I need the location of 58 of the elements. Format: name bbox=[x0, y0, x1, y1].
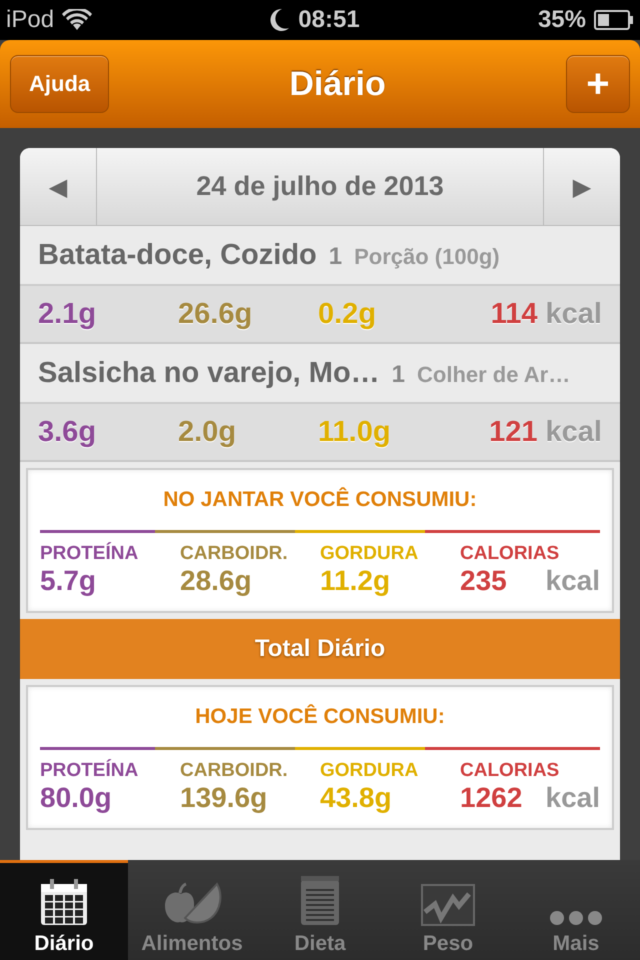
kcal-unit: kcal bbox=[546, 298, 602, 330]
kcal-unit: kcal bbox=[546, 565, 600, 597]
calories-value: 121 bbox=[489, 416, 538, 448]
portion-quantity: 1 bbox=[392, 360, 406, 388]
nutrient-value: 43.8g bbox=[320, 782, 392, 814]
kcal-unit: kcal bbox=[546, 782, 600, 814]
fat-value: 0.2g bbox=[318, 298, 378, 330]
chart-icon bbox=[421, 884, 475, 926]
protein-value: 3.6g bbox=[38, 416, 98, 448]
date-label: 24 de julho de 2013 bbox=[195, 171, 445, 202]
nutrient-label: CARBOIDR. bbox=[180, 543, 289, 565]
nutrient-value: 11.2g bbox=[320, 565, 390, 597]
moon-icon bbox=[270, 8, 290, 32]
portion-label: Porção (100g) bbox=[354, 244, 500, 270]
nutrient-value: 80.0g bbox=[40, 782, 112, 814]
nutrient-label: CALORIAS bbox=[460, 543, 560, 565]
calories-value: 114 bbox=[490, 298, 538, 330]
section-title: Total Diário bbox=[254, 635, 386, 663]
nutrient-value: 1262 bbox=[460, 782, 522, 814]
nutrient-label: PROTEÍNA bbox=[40, 543, 140, 565]
help-button[interactable]: Ajuda bbox=[10, 55, 110, 113]
carbs-value: 26.6g bbox=[178, 298, 254, 330]
add-button[interactable]: + bbox=[566, 55, 630, 113]
nutrient-label: PROTEÍNA bbox=[40, 760, 140, 782]
fat-value: 11.0g bbox=[318, 416, 392, 448]
battery-percent: 35% bbox=[538, 6, 586, 34]
clock-time: 08:51 bbox=[298, 6, 360, 34]
notepad-icon bbox=[300, 876, 340, 926]
portion-quantity: 1 bbox=[328, 242, 342, 270]
tab-item[interactable]: Diário bbox=[0, 860, 128, 960]
tab-item[interactable]: Mais bbox=[512, 860, 640, 960]
screen-title: Diário bbox=[289, 64, 386, 104]
carbs-value: 2.0g bbox=[178, 416, 238, 448]
nutrient-label: CALORIAS bbox=[460, 760, 560, 782]
next-day-button[interactable]: ▶ bbox=[543, 148, 620, 225]
carrier-label: iPod bbox=[6, 6, 54, 34]
summary-title: NO JANTAR VOCÊ CONSUMIU: bbox=[162, 488, 478, 512]
food-name: Batata-doce, Cozido bbox=[38, 238, 317, 272]
wifi-icon bbox=[62, 9, 92, 31]
protein-value: 2.1g bbox=[38, 298, 98, 330]
nutrient-value: 5.7g bbox=[40, 565, 96, 597]
nutrient-value: 235 bbox=[460, 565, 507, 597]
nutrient-value: 28.6g bbox=[180, 565, 252, 597]
food-name: Salsicha no varejo, Mo… bbox=[38, 356, 380, 390]
nutrient-label: GORDURA bbox=[320, 543, 420, 565]
more-icon bbox=[549, 910, 603, 926]
tab-item[interactable]: Dieta bbox=[256, 860, 384, 960]
nutrient-value: 139.6g bbox=[180, 782, 268, 814]
calendar-icon bbox=[40, 878, 88, 926]
tab-item[interactable]: Peso bbox=[384, 860, 512, 960]
tab-item[interactable]: Alimentos bbox=[128, 860, 256, 960]
previous-day-button[interactable]: ◀ bbox=[20, 148, 97, 225]
portion-label: Colher de Ar… bbox=[417, 362, 570, 388]
nutrient-label: CARBOIDR. bbox=[180, 760, 289, 782]
kcal-unit: kcal bbox=[546, 416, 602, 448]
summary-title: HOJE VOCÊ CONSUMIU: bbox=[194, 705, 446, 729]
battery-icon bbox=[594, 10, 634, 30]
nutrient-label: GORDURA bbox=[320, 760, 420, 782]
